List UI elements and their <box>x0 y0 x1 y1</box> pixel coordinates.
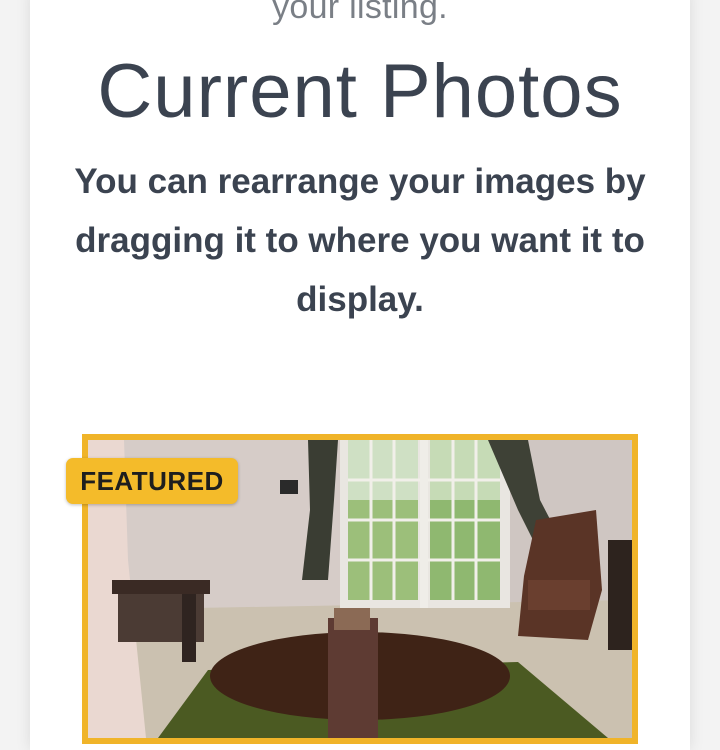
listing-card: your listing. Current Photos You can rea… <box>30 0 690 750</box>
rearrange-instructions: You can rearrange your images by draggin… <box>74 162 646 319</box>
featured-badge: FEATURED <box>66 458 238 504</box>
intro-text-tail: your listing. <box>272 0 448 26</box>
section-title: Current Photos <box>97 49 623 134</box>
